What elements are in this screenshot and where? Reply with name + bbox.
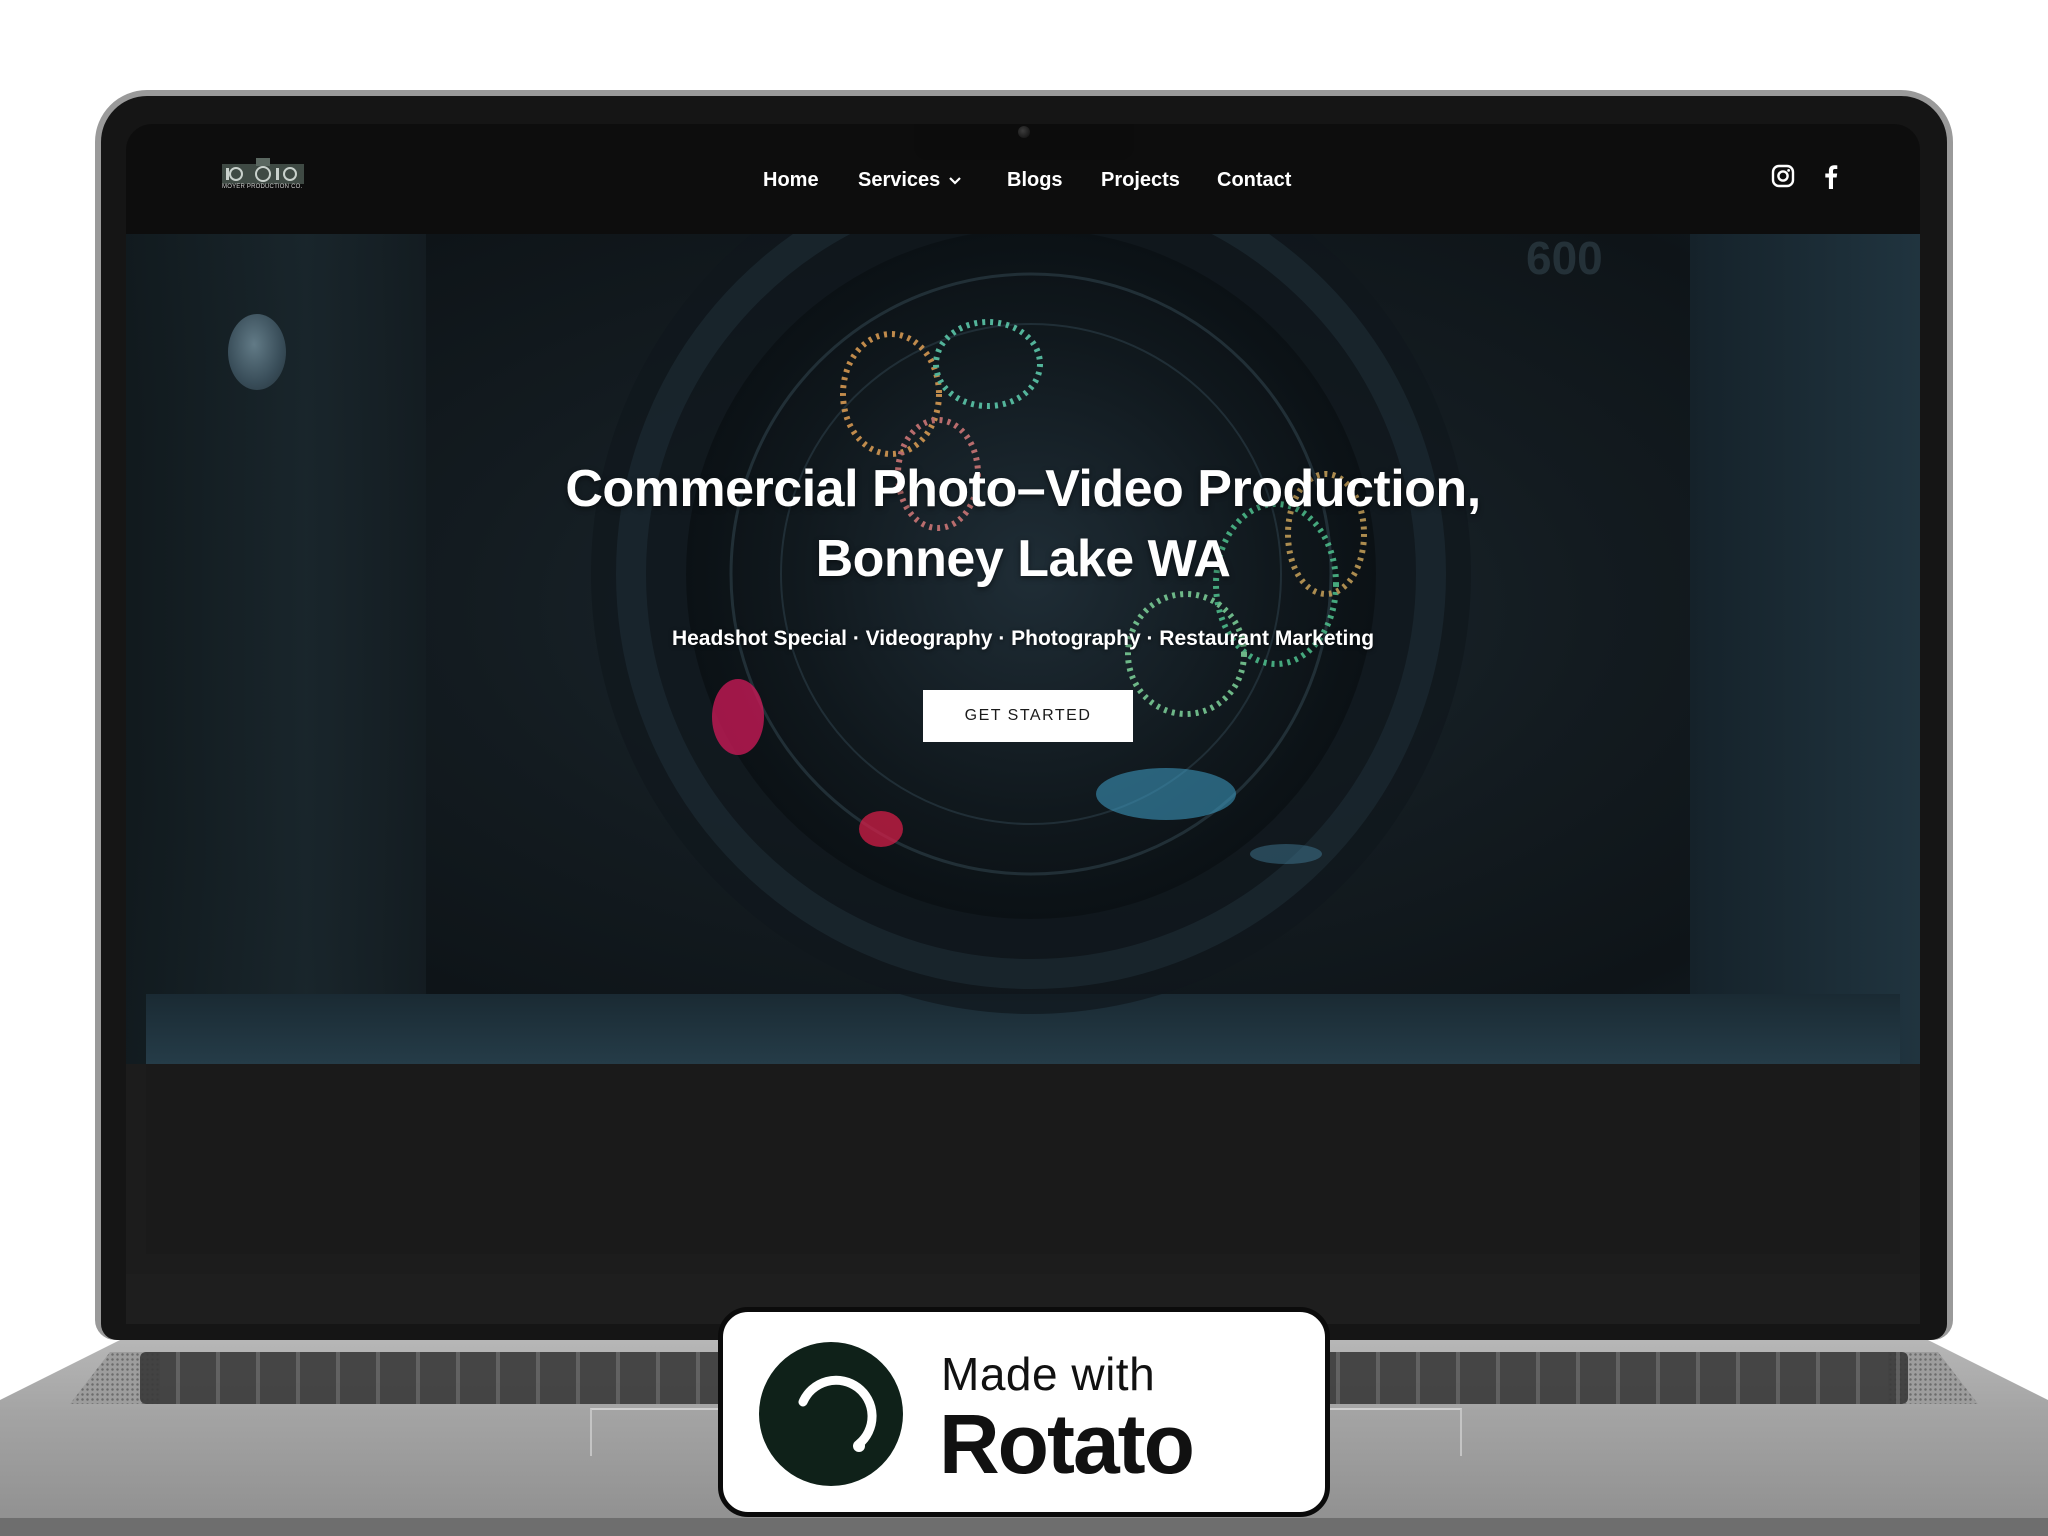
hero-content: Commercial Photo–Video Production, Bonne… xyxy=(126,234,1920,1064)
nav-item-blogs[interactable]: Blogs xyxy=(1007,160,1063,200)
get-started-button[interactable]: GET STARTED xyxy=(923,690,1133,742)
laptop-front-edge xyxy=(0,1518,2048,1536)
webcam-dot xyxy=(1018,126,1030,138)
facebook-icon[interactable] xyxy=(1817,162,1845,190)
nav-item-services-label: Services xyxy=(858,169,941,191)
mockup-stage: MOYER PRODUCTION CO. Home Services Blogs… xyxy=(0,0,2048,1536)
nav-item-home[interactable]: Home xyxy=(763,160,819,200)
rotato-watermark-badge: Made with Rotato xyxy=(718,1307,1330,1517)
nav-item-projects[interactable]: Projects xyxy=(1101,160,1180,200)
nav-item-contact[interactable]: Contact xyxy=(1217,160,1291,200)
made-with-label: Made with xyxy=(941,1348,1156,1400)
below-fold-section xyxy=(146,1064,1900,1254)
main-nav: Home Services Blogs Projects Contact xyxy=(126,160,1920,200)
laptop-screen: MOYER PRODUCTION CO. Home Services Blogs… xyxy=(126,124,1920,1274)
rotato-brand-label: Rotato xyxy=(939,1397,1195,1491)
chevron-down-icon xyxy=(949,176,962,185)
hero-subtitle: Headshot Special · Videography · Photogr… xyxy=(671,627,1375,650)
rotato-logo-icon xyxy=(759,1342,903,1486)
nav-item-services[interactable]: Services xyxy=(858,160,962,200)
hero-title: Commercial Photo–Video Production, Bonne… xyxy=(565,460,1481,588)
instagram-icon[interactable] xyxy=(1769,162,1797,190)
hero-section: 600 Commercial Photo–Video Production, B… xyxy=(126,234,1920,1064)
